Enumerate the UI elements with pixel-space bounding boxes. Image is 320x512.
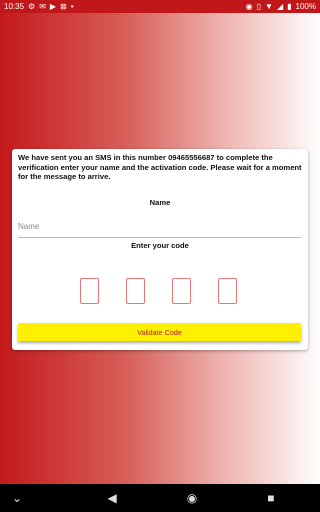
- nav-buttons: ◀ ◉ ■: [108, 492, 275, 504]
- code-label: Enter your code: [131, 241, 189, 250]
- name-label: Name: [149, 198, 171, 207]
- code-digit-2[interactable]: [126, 278, 145, 304]
- battery-icon: ▮: [287, 1, 292, 11]
- code-digit-4[interactable]: [218, 278, 237, 304]
- back-icon[interactable]: ◀: [108, 492, 117, 504]
- name-input[interactable]: [18, 215, 301, 238]
- vibrate-icon: ▯: [256, 1, 262, 11]
- code-input-group: [12, 278, 308, 304]
- code-digit-3[interactable]: [172, 278, 191, 304]
- status-left: 10:35 ⚙ ✉ ▶ ⊠ •: [4, 2, 74, 11]
- mail-icon: ✉: [39, 1, 46, 11]
- location-icon: ◉: [245, 1, 253, 11]
- home-icon[interactable]: ◉: [187, 492, 197, 504]
- youtube-icon: ▶: [49, 1, 57, 11]
- gradient-background: We have sent you an SMS in this number 0…: [0, 13, 320, 484]
- signal-icon: ◢: [276, 1, 284, 11]
- settings-icon: ⚙: [28, 1, 36, 11]
- status-bar: 10:35 ⚙ ✉ ▶ ⊠ • ◉ ▯ ▼ ◢ ▮ 100%: [0, 0, 320, 13]
- sms-message: We have sent you an SMS in this number 0…: [18, 153, 302, 181]
- no-sim-icon: ⊠: [60, 1, 67, 11]
- navigation-bar: ⌄ ◀ ◉ ■: [0, 484, 320, 512]
- battery-percent: 100%: [295, 2, 316, 11]
- wifi-icon: ▼: [265, 1, 273, 11]
- verification-card: We have sent you an SMS in this number 0…: [12, 149, 308, 350]
- chevron-down-icon[interactable]: ⌄: [12, 492, 22, 504]
- status-right: ◉ ▯ ▼ ◢ ▮ 100%: [246, 2, 316, 11]
- dot-icon: •: [70, 1, 74, 11]
- code-digit-1[interactable]: [80, 278, 99, 304]
- validate-code-button[interactable]: Validate Code: [18, 323, 301, 341]
- recents-icon[interactable]: ■: [267, 492, 274, 504]
- status-time: 10:35: [4, 2, 25, 11]
